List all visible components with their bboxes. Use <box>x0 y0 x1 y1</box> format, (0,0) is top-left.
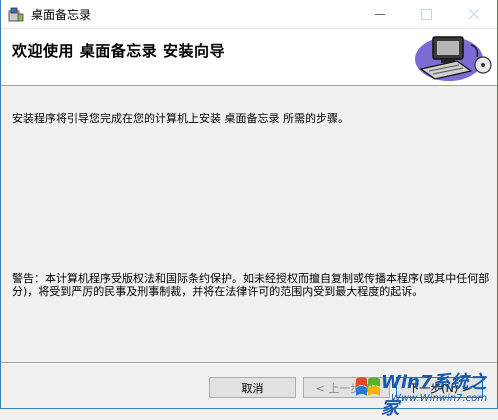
close-icon[interactable] <box>451 0 497 28</box>
site-watermark: Win7系统之家 Www.Winwin7.com <box>353 367 497 419</box>
window-title: 桌面备忘录 <box>31 8 92 22</box>
computer-install-illustration <box>411 31 495 83</box>
header-banner: 欢迎使用 桌面备忘录 安装向导 <box>1 29 497 86</box>
minimize-icon[interactable] <box>357 0 403 28</box>
page-title: 欢迎使用 桌面备忘录 安装向导 <box>12 42 225 60</box>
title-bar[interactable]: 桌面备忘录 <box>1 0 497 29</box>
intro-text: 安装程序将引导您完成在您的计算机上安装 桌面备忘录 所需的步骤。 <box>12 112 349 125</box>
footer-divider-highlight <box>1 363 497 364</box>
copyright-warning-text: 警告：本计算机程序受版权法和国际条约保护。如未经授权而擅自复制或传播本程序(或其… <box>12 272 490 298</box>
installer-icon <box>7 5 25 23</box>
windows-logo-icon <box>356 377 380 396</box>
installer-window: 桌面备忘录 欢迎使用 桌面备忘录 安装向导 安装程序将引导您完成在您的计算机上安… <box>0 0 498 419</box>
watermark-url: Www.Winwin7.com <box>391 393 487 404</box>
cancel-button[interactable]: 取消 <box>209 377 296 398</box>
maximize-icon[interactable] <box>403 0 449 28</box>
